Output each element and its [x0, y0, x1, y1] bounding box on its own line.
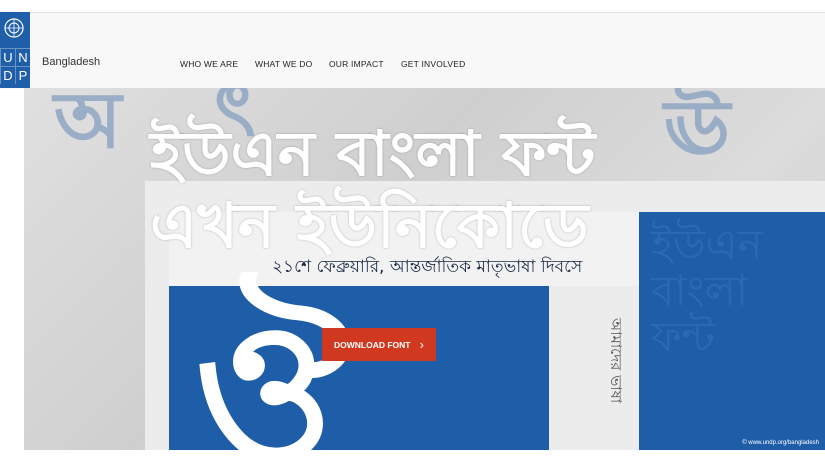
logo-letter: U	[0, 48, 15, 66]
decorative-glyph: অ	[54, 88, 122, 166]
nav-what-we-do[interactable]: WHAT WE DO	[255, 59, 312, 69]
hero-title-line2: এখন ইউনিকোডে	[150, 189, 589, 262]
site-header: Bangladesh WHO WE ARE WHAT WE DO OUR IMP…	[0, 12, 825, 89]
un-emblem-icon	[4, 18, 24, 38]
chevron-right-icon: ›	[419, 337, 424, 352]
poster-vertical-text: আমাদের ভাষা	[607, 318, 625, 404]
download-font-label: DOWNLOAD FONT	[334, 339, 411, 350]
download-font-button[interactable]: DOWNLOAD FONT ›	[322, 328, 436, 361]
nav-who-we-are[interactable]: WHO WE ARE	[180, 59, 238, 69]
logo-letter: N	[15, 48, 30, 66]
hero-subtitle: ২১শে ফেব্রুয়ারি, আন্তর্জাতিক মাতৃভাষা দ…	[272, 257, 583, 277]
country-label[interactable]: Bangladesh	[42, 56, 100, 68]
top-spacer	[0, 0, 825, 12]
hero-title-line1: ইউএন বাংলা ফন্ট	[150, 117, 596, 190]
hero-title: ইউএন বাংলা ফন্ট এখন ইউনিকোডে	[150, 118, 750, 262]
poster-big-glyph: ঔ	[194, 282, 350, 451]
nav-get-involved[interactable]: GET INVOLVED	[401, 59, 465, 69]
nav-our-impact[interactable]: OUR IMPACT	[329, 59, 384, 69]
image-credit: © www.undp.org/bangladesh	[742, 440, 819, 446]
bottom-spacer	[0, 450, 825, 465]
undp-logo[interactable]: U N D P	[0, 12, 30, 88]
logo-letter: P	[15, 66, 30, 84]
undp-letters: U N D P	[0, 48, 30, 84]
logo-letter: D	[0, 66, 15, 84]
